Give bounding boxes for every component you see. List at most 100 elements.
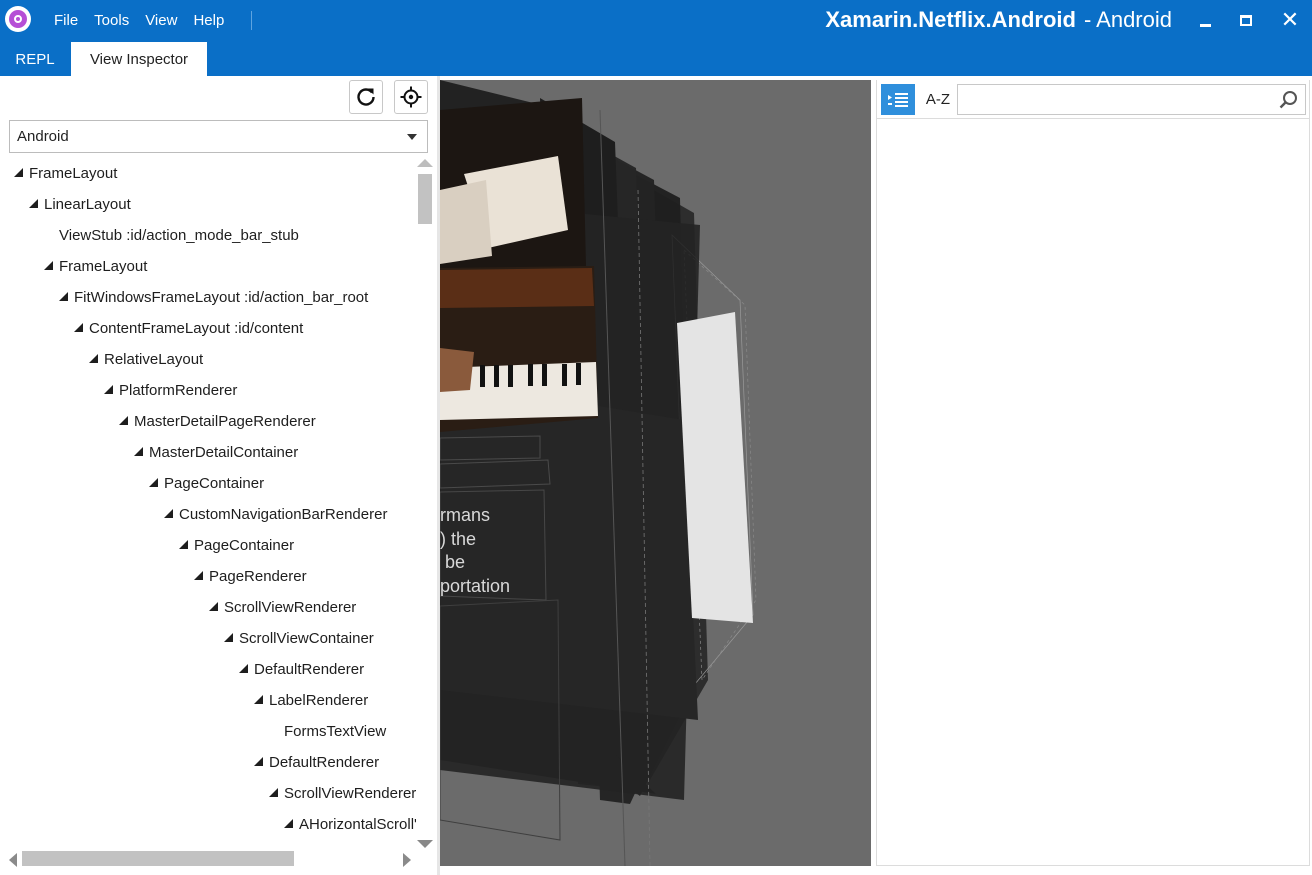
expand-triangle-icon[interactable] xyxy=(89,354,98,363)
scroll-down-icon[interactable] xyxy=(417,840,433,848)
tree-node[interactable]: FitWindowsFrameLayout :id/action_bar_roo… xyxy=(59,282,368,313)
expand-triangle-icon[interactable] xyxy=(239,664,248,673)
tree-node[interactable]: AHorizontalScroll' xyxy=(284,809,416,840)
expand-triangle-icon[interactable] xyxy=(59,292,68,301)
tree-node[interactable]: CustomNavigationBarRenderer xyxy=(164,499,387,530)
tree-vertical-scrollbar[interactable] xyxy=(416,158,434,850)
expand-triangle-icon[interactable] xyxy=(74,323,83,332)
expand-triangle-icon[interactable] xyxy=(224,633,233,642)
menu-file[interactable]: File xyxy=(54,12,78,29)
menu-view[interactable]: View xyxy=(145,12,177,29)
window-title: Xamarin.Netflix.Android - Android xyxy=(825,7,1172,33)
scroll-left-icon[interactable] xyxy=(9,853,17,867)
layer-text-preview: rmans ) the be portation xyxy=(440,505,511,596)
expand-triangle-icon[interactable] xyxy=(119,416,128,425)
tab-bar: REPL View Inspector xyxy=(0,40,1312,76)
properties-panel: A-Z xyxy=(876,80,1310,866)
tree-node-label: AHorizontalScroll' xyxy=(299,816,416,833)
scroll-thumb[interactable] xyxy=(418,174,432,224)
platform-dropdown[interactable]: Android xyxy=(9,120,428,153)
tab-view-inspector[interactable]: View Inspector xyxy=(71,42,207,76)
tree-node-label: ViewStub :id/action_mode_bar_stub xyxy=(59,227,299,244)
tree-node[interactable]: FormsTextView xyxy=(269,716,386,747)
tree-node[interactable]: PageContainer xyxy=(179,530,294,561)
tree-node-label: DefaultRenderer xyxy=(269,754,380,771)
menu-tools[interactable]: Tools xyxy=(94,12,129,29)
expand-triangle-icon[interactable] xyxy=(209,602,218,611)
tree-node[interactable]: DefaultRenderer xyxy=(254,747,379,778)
tab-repl[interactable]: REPL xyxy=(0,42,70,76)
3d-layer-viewport[interactable]: rmans ) the be portation xyxy=(440,80,871,866)
select-element-button[interactable] xyxy=(394,80,428,114)
tree-node-label: PageContainer xyxy=(194,537,295,554)
expand-triangle-icon[interactable] xyxy=(104,385,113,394)
tree-node[interactable]: MasterDetailPageRenderer xyxy=(119,406,316,437)
list-icon xyxy=(888,92,908,107)
tree-node[interactable]: ScrollViewRenderer xyxy=(209,592,356,623)
tree-node-label: FormsTextView xyxy=(284,723,387,740)
categorized-view-button[interactable] xyxy=(881,84,915,115)
refresh-button[interactable] xyxy=(349,80,383,114)
tree-node-label: LinearLayout xyxy=(44,196,131,213)
tree-node[interactable]: ScrollViewRenderer xyxy=(269,778,416,809)
tree-node[interactable]: LabelRenderer xyxy=(254,685,368,716)
tree-node-label: RelativeLayout xyxy=(104,351,204,368)
expand-triangle-icon[interactable] xyxy=(179,540,188,549)
hand xyxy=(440,348,474,392)
menu-help[interactable]: Help xyxy=(193,12,224,29)
scroll-thumb-horizontal[interactable] xyxy=(22,851,294,866)
expand-triangle-icon[interactable] xyxy=(269,788,278,797)
tree-node[interactable]: LinearLayout xyxy=(29,189,131,220)
tree-node[interactable]: DefaultRenderer xyxy=(239,654,364,685)
tree-node-label: PageContainer xyxy=(164,475,265,492)
minimize-icon xyxy=(1199,23,1211,27)
menu-bar: File Tools View Help xyxy=(54,0,240,40)
tree-node[interactable]: FrameLayout xyxy=(14,158,117,189)
scroll-up-icon[interactable] xyxy=(417,159,433,167)
tree-node-label: MasterDetailPageRenderer xyxy=(134,413,316,430)
tree-node[interactable]: ScrollViewContainer xyxy=(224,623,374,654)
tree-node[interactable]: FrameLayout xyxy=(44,251,147,282)
visual-tree: FrameLayout LinearLayout ViewStub :id/acti… xyxy=(0,158,416,843)
tree-node[interactable]: MasterDetailContainer xyxy=(134,437,298,468)
tree-node[interactable]: ContentFrameLayout :id/content xyxy=(74,313,303,344)
properties-divider xyxy=(877,118,1309,119)
sort-az-button[interactable]: A-Z xyxy=(921,84,955,115)
app-icon xyxy=(5,6,31,32)
tree-node[interactable]: PageRenderer xyxy=(194,561,307,592)
maximize-button[interactable] xyxy=(1226,4,1266,36)
tree-node-label: CustomNavigationBarRenderer xyxy=(179,506,388,523)
search-icon[interactable] xyxy=(1279,90,1299,110)
tree-node-label: DefaultRenderer xyxy=(254,661,365,678)
expand-triangle-icon[interactable] xyxy=(284,819,293,828)
property-search-input[interactable] xyxy=(957,84,1306,115)
chevron-down-icon xyxy=(407,134,417,140)
project-name: Xamarin.Netflix.Android xyxy=(825,7,1076,32)
tree-node-label: FrameLayout xyxy=(29,165,118,182)
scroll-right-icon[interactable] xyxy=(403,853,411,867)
crosshair-icon xyxy=(400,86,422,108)
platform-name: - Android xyxy=(1083,7,1172,32)
expand-triangle-icon[interactable] xyxy=(29,199,38,208)
expand-triangle-icon[interactable] xyxy=(254,695,263,704)
tree-node-label: MasterDetailContainer xyxy=(149,444,299,461)
expand-triangle-icon[interactable] xyxy=(134,447,143,456)
maximize-icon xyxy=(1240,14,1252,26)
tree-node-label: ContentFrameLayout :id/content xyxy=(89,320,304,337)
expand-triangle-icon[interactable] xyxy=(164,509,173,518)
tree-node[interactable]: ViewStub :id/action_mode_bar_stub xyxy=(44,220,299,251)
expand-triangle-icon[interactable] xyxy=(254,757,263,766)
tree-node[interactable]: RelativeLayout xyxy=(89,344,203,375)
expand-triangle-icon[interactable] xyxy=(14,168,23,177)
tree-node[interactable]: PlatformRenderer xyxy=(104,375,237,406)
tree-horizontal-scrollbar[interactable] xyxy=(0,848,416,868)
menu-separator xyxy=(251,11,252,30)
layer-stack xyxy=(440,80,757,866)
minimize-button[interactable] xyxy=(1185,4,1225,36)
piano-body xyxy=(440,268,594,308)
expand-triangle-icon[interactable] xyxy=(149,478,158,487)
close-button[interactable]: ✕ xyxy=(1270,4,1310,36)
tree-node[interactable]: PageContainer xyxy=(149,468,264,499)
expand-triangle-icon[interactable] xyxy=(44,261,53,270)
expand-triangle-icon[interactable] xyxy=(194,571,203,580)
